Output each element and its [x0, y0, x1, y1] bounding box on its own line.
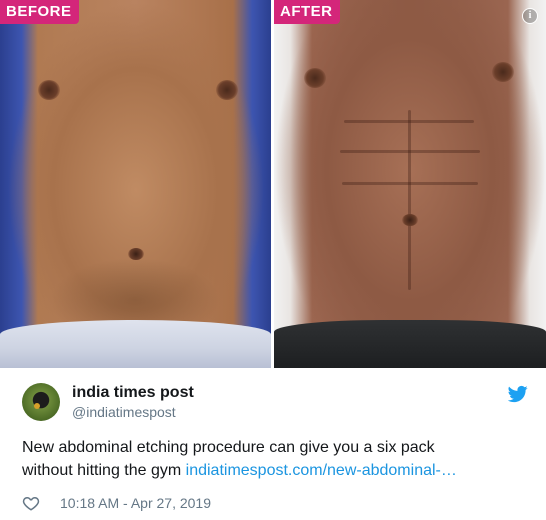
ab-centerline — [408, 110, 411, 290]
chest-right — [492, 62, 514, 82]
tweet-text: New abdominal etching procedure can give… — [22, 436, 528, 482]
after-label: AFTER — [274, 0, 340, 24]
info-icon[interactable]: i — [522, 8, 538, 24]
tweet-timestamp[interactable]: 10:18 AM - Apr 27, 2019 — [60, 495, 211, 511]
user-handle[interactable]: @indiatimespost — [72, 403, 194, 421]
tweet-body: india times post @indiatimespost New abd… — [22, 376, 528, 513]
chest-left — [304, 68, 326, 88]
navel — [128, 248, 144, 260]
tweet-text-line-2-prefix: without hitting the gym — [22, 462, 186, 479]
waistband — [274, 320, 546, 368]
chest-right — [216, 80, 238, 100]
author-names[interactable]: india times post @indiatimespost — [72, 383, 194, 421]
display-name[interactable]: india times post — [72, 383, 194, 402]
tweet-text-line-1: New abdominal etching procedure can give… — [22, 439, 435, 456]
chest-left — [38, 80, 60, 100]
waistband — [0, 320, 271, 368]
navel — [402, 214, 418, 226]
avatar[interactable] — [22, 383, 60, 421]
tweet-author[interactable]: india times post @indiatimespost — [22, 376, 528, 428]
article-link[interactable]: indiatimespost.com/new-abdominal-… — [186, 462, 457, 479]
after-photo[interactable]: AFTER i — [274, 0, 546, 368]
heart-icon[interactable] — [22, 494, 40, 512]
before-label: BEFORE — [0, 0, 79, 24]
before-photo[interactable]: BEFORE — [0, 0, 271, 368]
tweet-meta: 10:18 AM - Apr 27, 2019 — [22, 493, 528, 513]
tweet-media[interactable]: BEFORE AFTER i — [0, 0, 546, 368]
tweet-text-line-2: without hitting the gym indiatimespost.c… — [22, 459, 528, 482]
twitter-bird-icon[interactable] — [508, 384, 528, 404]
